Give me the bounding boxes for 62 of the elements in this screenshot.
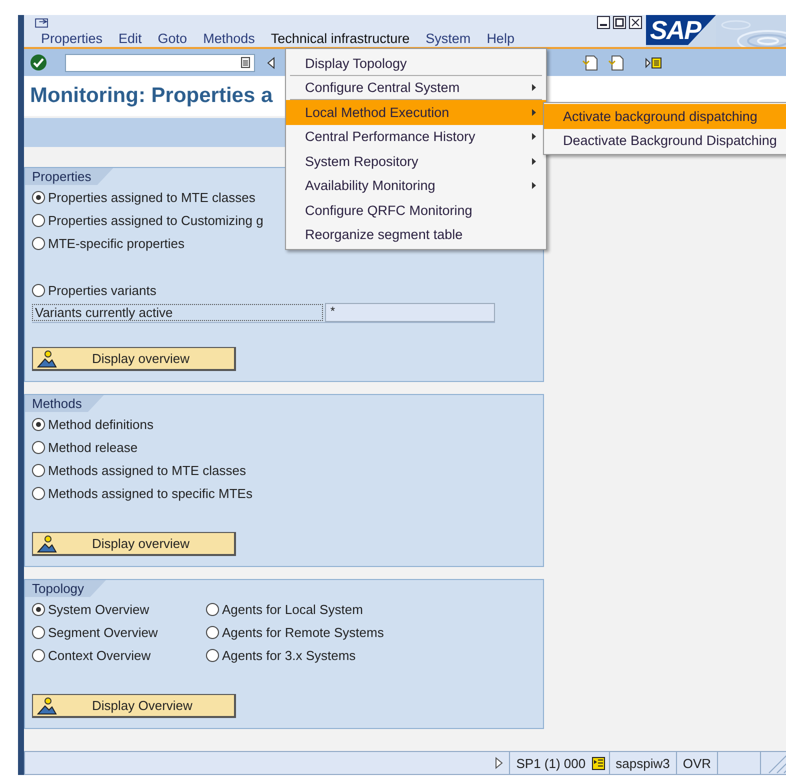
radio-button[interactable]: Agents for Remote Systems [206,624,384,641]
input-mode: OVR [676,752,717,774]
submenu-arrow-icon [532,133,536,140]
menu-item[interactable]: Edit [118,30,142,47]
list-icon[interactable] [592,756,605,770]
radio-button[interactable]: Method release [32,439,252,456]
layout-icon[interactable] [645,56,663,70]
menu-option[interactable]: Local Method Execution [286,100,546,124]
document-icon[interactable] [581,54,599,70]
menu-item[interactable]: Help [486,30,514,47]
menu-icon[interactable] [34,18,50,29]
menu-item[interactable]: System [426,30,471,47]
radio-button[interactable]: Agents for Local System [206,601,384,618]
command-field[interactable] [65,54,255,72]
menu-option[interactable]: Availability Monitoring [286,174,546,198]
radio-button[interactable]: System Overview [32,601,206,618]
group-title: Properties [25,168,114,185]
radio-button[interactable]: MTE-specific properties [32,235,264,252]
logo: SAP [646,15,716,45]
menu-option[interactable]: Configure QRFC Monitoring [286,198,546,222]
menu-item[interactable]: Properties [41,30,103,47]
radio-button[interactable]: Agents for 3.x Systems [206,647,384,664]
picture-icon [37,350,57,368]
display-overview-button[interactable]: Display overview [32,347,236,371]
radio-button[interactable]: Properties variants [32,282,156,299]
menu-option[interactable]: Activate background dispatching [544,104,786,128]
radio-button[interactable]: Methods assigned to MTE classes [32,462,252,479]
display-overview-button[interactable]: Display Overview [32,694,236,718]
group-title: Topology [25,580,106,597]
radio-button[interactable]: Context Overview [32,647,206,664]
radio-button[interactable]: Method definitions [32,416,252,433]
menu-option[interactable]: System Repository [286,149,546,174]
input-field[interactable]: * [325,303,495,322]
picture-icon [37,696,57,714]
menu-item[interactable]: Methods [203,30,255,47]
radio-button[interactable]: Properties assigned to MTE classes [32,189,264,206]
screen-title: Monitoring: Properties a [30,84,273,108]
menu-item[interactable]: Technical infrastructure [270,30,410,47]
menu-item[interactable]: Goto [158,30,188,47]
expand-icon[interactable] [495,757,504,769]
enter-icon[interactable] [30,54,47,71]
submenu-arrow-icon [532,182,536,190]
picture-icon [37,534,57,552]
field-label: Variants currently active [32,304,324,321]
submenu-arrow-icon [532,108,536,116]
radio-button[interactable]: Properties assigned to Customizing g [32,212,264,229]
display-overview-button[interactable]: Display overview [32,532,236,556]
server-name: sapspiw3 [608,752,676,774]
minimize-icon[interactable] [597,16,610,29]
history-icon[interactable] [241,57,250,68]
submenu-arrow-icon [532,84,536,92]
close-icon[interactable] [629,16,642,29]
menu-option[interactable]: Deactivate Background Dispatching [544,128,786,153]
group-title: Methods [25,395,104,412]
radio-button[interactable]: Methods assigned to specific MTEs [32,485,252,502]
back-icon[interactable] [267,56,275,68]
submenu-arrow-icon [532,158,536,165]
maximize-icon[interactable] [613,16,626,29]
radio-button[interactable]: Segment Overview [32,624,206,641]
menu-option[interactable]: Central Performance History [286,124,546,149]
menu-option[interactable]: Reorganize segment table [286,222,546,247]
document-icon[interactable] [607,54,625,70]
